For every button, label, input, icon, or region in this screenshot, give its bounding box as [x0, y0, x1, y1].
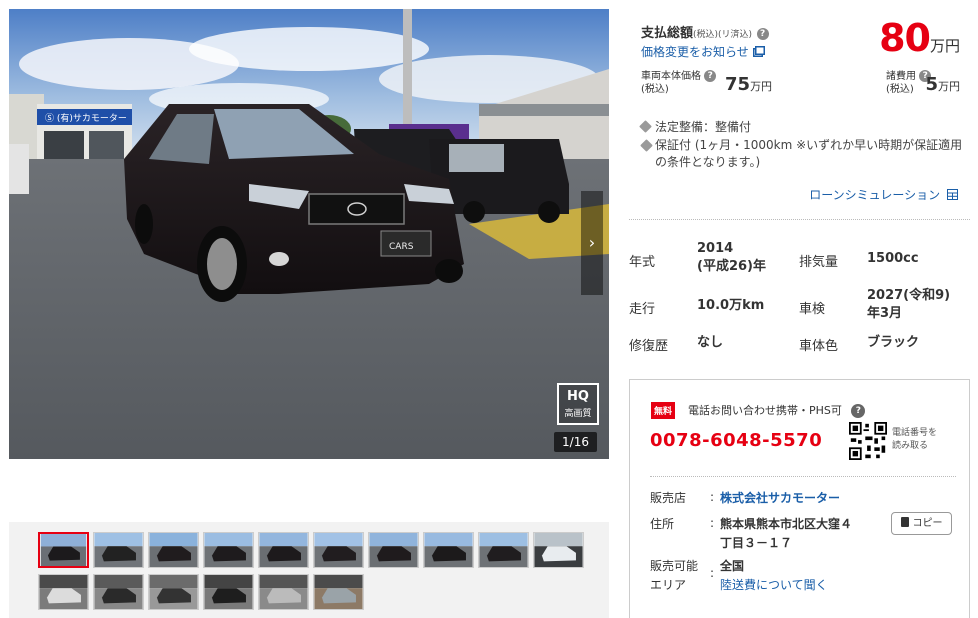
thumbnail-image [424, 533, 473, 567]
thumbnail-front[interactable] [93, 532, 144, 568]
tag-icon [639, 120, 652, 133]
copy-icon [900, 517, 909, 527]
body-price: 75万円 [725, 74, 773, 95]
spec-color-label: 車体色 [799, 339, 839, 354]
fee-price: 5万円 [925, 74, 960, 95]
photo-counter: 1/16 [554, 432, 597, 452]
total-price: 80万円 [879, 16, 960, 60]
thumbnail-engine[interactable] [313, 574, 364, 610]
contact-box: 無料 電話お問い合わせ携帯・PHS可 ? 0078-6048-5570 電話番号… [629, 379, 970, 618]
contact-help-icon[interactable]: ? [851, 404, 866, 418]
body-price-help-icon[interactable]: ? [704, 70, 717, 82]
spec-repair-label: 修復歴 [629, 339, 669, 354]
thumbnail-image [479, 533, 528, 567]
loan-simulation-link[interactable]: ローンシミュレーション [809, 186, 958, 203]
divider [650, 476, 956, 477]
thumbnail-rear[interactable] [423, 532, 474, 568]
thumbnail-strip [9, 522, 609, 618]
thumbnail-image [94, 533, 143, 567]
page: Ⓢ (有)サカモーター CARS › HQ 高画質 1/16 支払総額(税込)(… [0, 0, 978, 618]
thumbnail-image [369, 533, 418, 567]
spec-displacement-value: 1500cc [867, 251, 919, 266]
thumbnail-image [259, 575, 308, 609]
warranty-tag: 保証付 (1ヶ月・1000km ※いずれか早い時期が保証適用 の条件となります。) [640, 137, 971, 171]
thumbnail-image [259, 533, 308, 567]
colon: : [710, 566, 715, 580]
thumbnail-image [39, 575, 88, 609]
thumbnail-rear-seat[interactable] [148, 574, 199, 610]
spec-color-value: ブラック [867, 335, 920, 350]
thumbnail-image [314, 533, 363, 567]
phone-number[interactable]: 0078-6048-5570 [650, 430, 822, 451]
thumbnail-dash-close[interactable] [258, 574, 309, 610]
spec-mileage-value: 10.0万km [697, 298, 765, 313]
total-price-unit: 万円 [929, 37, 960, 55]
sales-area-label: 販売可能 エリア [650, 559, 699, 592]
total-price-label: 支払総額(税込)(リ済込) ? [641, 22, 769, 41]
thumbnail-dashboard[interactable] [533, 532, 584, 568]
colon: : [710, 516, 715, 530]
address-label: 住所 [650, 517, 675, 531]
thumbnail-image [204, 533, 253, 567]
copy-address-button[interactable]: コピー [891, 512, 952, 535]
plate-text: CARS [389, 242, 414, 252]
shipping-cost-link[interactable]: 陸送費について聞く [720, 578, 828, 592]
car-photo: Ⓢ (有)サカモーター CARS [9, 9, 609, 459]
spec-year-value: 2014 (平成26)年 [697, 241, 766, 274]
qr-code-icon[interactable] [849, 422, 887, 460]
divider [629, 219, 970, 220]
thumbnail-left-side[interactable] [203, 532, 254, 568]
thumbnail-image [40, 534, 87, 566]
thumbnail-rear-right[interactable] [478, 532, 529, 568]
spec-mileage-label: 走行 [629, 302, 656, 317]
thumbnail-right-side[interactable] [368, 532, 419, 568]
total-price-value: 80 [879, 16, 931, 60]
body-price-label: 車両本体価格 ? (税込) [641, 70, 717, 96]
main-photo[interactable]: Ⓢ (有)サカモーター CARS › HQ 高画質 1/16 [9, 9, 609, 459]
dealer-sign: Ⓢ (有)サカモーター [45, 112, 127, 124]
thumbnail-image [204, 575, 253, 609]
inspection-tag: 法定整備：整備付 [639, 119, 751, 136]
fee-label: 諸費用 ? (税込) [886, 70, 932, 96]
thumbnail-door-open[interactable] [203, 574, 254, 610]
colon: : [710, 490, 715, 504]
tag-icon [640, 139, 653, 152]
qr-caption: 電話番号を 読み取る [892, 428, 938, 451]
thumbnail-trunk[interactable] [38, 574, 89, 610]
thumbnail-image [314, 575, 363, 609]
thumbnail-image [94, 575, 143, 609]
external-window-icon [752, 46, 765, 57]
hq-label: HQ [567, 389, 589, 404]
thumbnail-image [534, 533, 583, 567]
hq-sublabel: 高画質 [564, 409, 592, 419]
thumbnail-front-left[interactable] [38, 532, 89, 568]
thumbnail-interior-driver[interactable] [93, 574, 144, 610]
help-icon[interactable]: ? [756, 28, 769, 40]
thumbnail-image [149, 575, 198, 609]
spec-year-label: 年式 [629, 255, 656, 270]
next-photo-button[interactable]: › [581, 191, 603, 295]
thumbnail-left-front[interactable] [258, 532, 309, 568]
shop-label: 販売店 [650, 491, 687, 505]
price-change-notice-link[interactable]: 価格変更をお知らせ [641, 43, 765, 60]
spec-repair-value: なし [697, 335, 724, 350]
spec-inspection-value: 2027(令和9) 年3月 [867, 288, 951, 321]
spec-inspection-label: 車検 [799, 302, 826, 317]
calculator-icon [947, 189, 958, 200]
thumbnail-image [149, 533, 198, 567]
sales-area-value: 全国 陸送費について聞く [720, 559, 828, 592]
free-badge: 無料 [651, 402, 676, 419]
spec-displacement-label: 排気量 [799, 255, 839, 270]
thumbnail-front-right[interactable] [313, 532, 364, 568]
shop-name-link[interactable]: 株式会社サカモーター [720, 489, 840, 508]
thumbnail-rear-left[interactable] [148, 532, 199, 568]
address-value: 熊本県熊本市北区大窪４ 丁目３－１７ [720, 517, 853, 550]
contact-title: 電話お問い合わせ携帯・PHS可 ? [688, 402, 866, 418]
hq-badge[interactable]: HQ 高画質 [557, 383, 599, 425]
